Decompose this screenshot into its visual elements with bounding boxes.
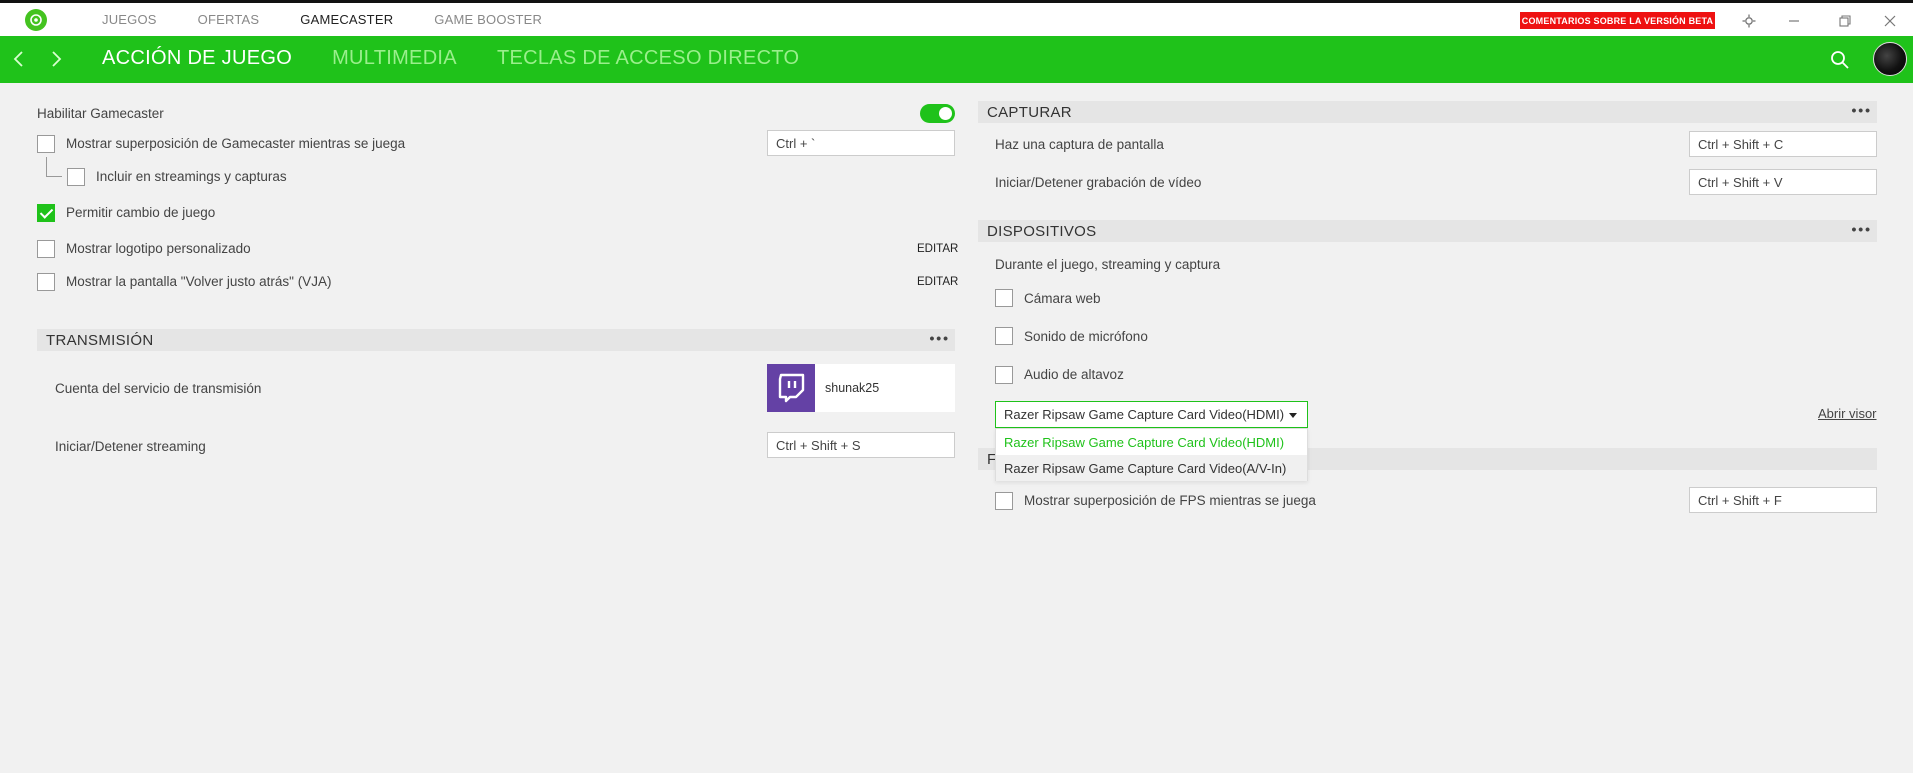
top-bar: JUEGOS OFERTAS GAMECASTER GAME BOOSTER C… — [0, 0, 1913, 36]
settings-icon[interactable] — [1740, 12, 1758, 30]
webcam-label: Cámara web — [1024, 291, 1101, 306]
devices-title: DISPOSITIVOS — [987, 222, 1097, 240]
transmission-section-header: TRANSMISIÓN • • • — [37, 329, 955, 351]
devices-subtitle: Durante el juego, streaming y captura — [995, 257, 1221, 272]
vja-checkbox[interactable] — [37, 273, 55, 291]
search-icon[interactable] — [1829, 49, 1851, 71]
vja-label: Mostrar la pantalla "Volver justo atrás"… — [66, 274, 332, 289]
capture-title: CAPTURAR — [987, 103, 1072, 121]
overlay-checkbox[interactable] — [37, 135, 55, 153]
screenshot-hotkey-field[interactable]: Ctrl + Shift + C — [1689, 131, 1877, 157]
enable-gamecaster-toggle[interactable] — [920, 104, 955, 123]
chevron-down-icon — [1289, 413, 1297, 418]
custom-logo-checkbox[interactable] — [37, 240, 55, 258]
back-arrow-icon[interactable] — [9, 49, 29, 69]
enable-gamecaster-label: Habilitar Gamecaster — [37, 106, 164, 121]
include-streams-label: Incluir en streamings y capturas — [96, 169, 287, 184]
speaker-checkbox[interactable] — [995, 366, 1013, 384]
stream-hotkey-field[interactable]: Ctrl + Shift + S — [767, 432, 955, 458]
forward-arrow-icon[interactable] — [46, 49, 66, 69]
record-label: Iniciar/Detener grabación de vídeo — [995, 175, 1202, 190]
stream-toggle-label: Iniciar/Detener streaming — [55, 439, 206, 454]
capture-section-header: CAPTURAR • • • — [978, 101, 1877, 123]
topnav-gamecaster[interactable]: GAMECASTER — [300, 12, 393, 27]
top-nav: JUEGOS OFERTAS GAMECASTER GAME BOOSTER — [102, 12, 583, 27]
transmission-more-icon[interactable]: • • • — [930, 331, 949, 345]
devices-section-header: DISPOSITIVOS • • • — [978, 220, 1877, 242]
overlay-hotkey-field[interactable]: Ctrl + ` — [767, 130, 955, 156]
close-icon[interactable] — [1881, 12, 1899, 30]
allow-game-switch-label: Permitir cambio de juego — [66, 205, 216, 220]
capture-device-select[interactable]: Razer Ripsaw Game Capture Card Video(HDM… — [995, 401, 1308, 428]
devices-more-icon[interactable]: • • • — [1852, 222, 1871, 236]
topnav-ofertas[interactable]: OFERTAS — [198, 12, 260, 27]
open-viewer-link[interactable]: Abrir visor — [1818, 406, 1877, 421]
beta-feedback-button[interactable]: COMENTARIOS SOBRE LA VERSIÓN BETA — [1520, 12, 1715, 29]
tree-connector — [46, 157, 47, 176]
include-streams-checkbox[interactable] — [67, 168, 85, 186]
webcam-checkbox[interactable] — [995, 289, 1013, 307]
transmission-title: TRANSMISIÓN — [46, 331, 154, 349]
fps-overlay-label: Mostrar superposición de FPS mientras se… — [1024, 493, 1316, 508]
speaker-label: Audio de altavoz — [1024, 367, 1124, 382]
restore-icon[interactable] — [1836, 12, 1854, 30]
tab-multimedia[interactable]: MULTIMEDIA — [332, 47, 457, 70]
stream-account-name: shunak25 — [825, 381, 880, 395]
screenshot-label: Haz una captura de pantalla — [995, 137, 1164, 152]
capture-device-dropdown: Razer Ripsaw Game Capture Card Video(HDM… — [995, 428, 1308, 481]
tab-accion-de-juego[interactable]: ACCIÓN DE JUEGO — [102, 47, 292, 70]
dropdown-option-hdmi[interactable]: Razer Ripsaw Game Capture Card Video(HDM… — [1004, 435, 1284, 450]
section-tabs: ACCIÓN DE JUEGO MULTIMEDIA TECLAS DE ACC… — [102, 47, 839, 70]
fps-hotkey-field[interactable]: Ctrl + Shift + F — [1689, 487, 1877, 513]
allow-game-switch-checkbox[interactable] — [37, 204, 55, 222]
topnav-game-booster[interactable]: GAME BOOSTER — [434, 12, 542, 27]
stream-account-label: Cuenta del servicio de transmisión — [55, 381, 262, 396]
dropdown-option-av-in[interactable]: Razer Ripsaw Game Capture Card Video(A/V… — [1004, 461, 1286, 476]
capture-more-icon[interactable]: • • • — [1852, 103, 1871, 117]
capture-device-selected: Razer Ripsaw Game Capture Card Video(HDM… — [1004, 407, 1285, 422]
tab-teclas-acceso-directo[interactable]: TECLAS DE ACCESO DIRECTO — [497, 47, 799, 70]
mic-label: Sonido de micrófono — [1024, 329, 1148, 344]
user-avatar[interactable] — [1873, 42, 1907, 76]
twitch-icon — [767, 364, 815, 412]
record-hotkey-field[interactable]: Ctrl + Shift + V — [1689, 169, 1877, 195]
tree-connector-horizontal — [46, 176, 62, 177]
vja-edit-button[interactable]: EDITAR — [917, 276, 958, 288]
topnav-juegos[interactable]: JUEGOS — [102, 12, 157, 27]
custom-logo-edit-button[interactable]: EDITAR — [917, 243, 958, 255]
section-tab-bar: ACCIÓN DE JUEGO MULTIMEDIA TECLAS DE ACC… — [0, 36, 1913, 83]
fps-overlay-checkbox[interactable] — [995, 492, 1013, 510]
mic-checkbox[interactable] — [995, 327, 1013, 345]
minimize-icon[interactable] — [1785, 12, 1803, 30]
razer-logo-icon[interactable] — [25, 9, 47, 31]
custom-logo-label: Mostrar logotipo personalizado — [66, 241, 251, 256]
overlay-label: Mostrar superposición de Gamecaster mien… — [66, 136, 406, 151]
